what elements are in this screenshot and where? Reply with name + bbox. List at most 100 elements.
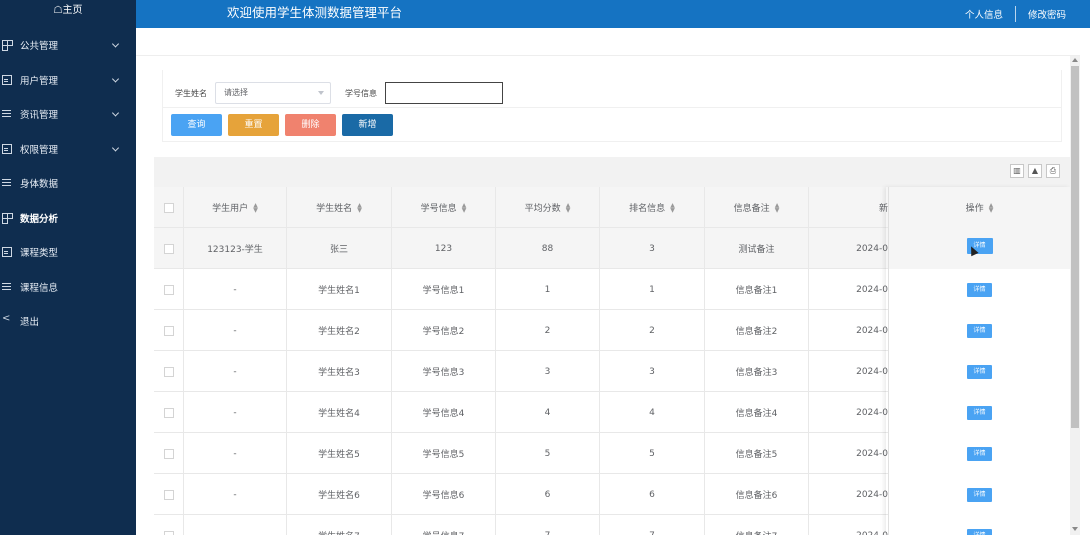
sidebar-home-link[interactable]: ☖主页 — [0, 0, 136, 28]
row-checkbox[interactable] — [163, 407, 174, 418]
sort-icon[interactable]: ▲ ▼ — [462, 202, 467, 213]
sidebar-item[interactable]: 资讯管理 — [0, 97, 136, 132]
detail-button[interactable]: 详情 — [967, 282, 992, 297]
table-cell: 信息备注5 — [705, 433, 809, 474]
table-cell: 学号信息6 — [392, 474, 496, 515]
row-checkbox[interactable] — [163, 325, 174, 336]
table-row[interactable]: - 学生姓名5 学号信息5 5 5 信息备注5 2024-0 详情 — [154, 433, 1070, 474]
sidebar-item-label: 课程信息 — [20, 282, 59, 294]
change-password-link[interactable]: 修改密码 — [1016, 7, 1078, 21]
row-checkbox[interactable] — [163, 284, 174, 295]
student-id-input[interactable] — [385, 82, 503, 104]
sidebar-item-label: 身体数据 — [20, 179, 59, 191]
table-row[interactable]: - 学生姓名6 学号信息6 6 6 信息备注6 2024-0 详情 — [154, 474, 1070, 515]
column-header[interactable]: 新 — [809, 187, 888, 228]
column-header[interactable]: 排名信息 ▲ ▼ — [600, 187, 705, 228]
grid-icon — [2, 40, 12, 52]
table-row[interactable]: -学生姓名7学号信息777信息备注72024-0详情 — [154, 515, 1070, 535]
column-header[interactable]: 学号信息 ▲ ▼ — [392, 187, 496, 228]
sidebar-item[interactable]: 退出 — [0, 304, 136, 339]
sort-icon[interactable]: ▲ ▼ — [989, 202, 994, 213]
table-cell: 学号信息5 — [392, 433, 496, 474]
sort-icon[interactable]: ▲ ▼ — [566, 202, 571, 213]
detail-button[interactable]: 详情 — [967, 364, 992, 379]
table-cell: 3 — [600, 351, 705, 392]
table-row[interactable]: - 学生姓名4 学号信息4 4 4 信息备注4 2024-0 详情 — [154, 392, 1070, 433]
detail-button[interactable]: 详情 — [967, 528, 992, 535]
sort-icon[interactable]: ▲ ▼ — [775, 202, 780, 213]
sidebar-item[interactable]: 课程类型 — [0, 235, 136, 270]
row-checkbox[interactable] — [163, 366, 174, 377]
table-cell: 学生姓名2 — [287, 310, 392, 351]
table-cell: 测试备注 — [705, 228, 809, 269]
print-icon[interactable]: ⎙ — [1046, 164, 1060, 178]
row-checkbox[interactable] — [163, 489, 174, 500]
add-button[interactable]: 新增 — [342, 114, 393, 136]
table-row[interactable]: - 学生姓名3 学号信息3 3 3 信息备注3 2024-0 详情 — [154, 351, 1070, 392]
table-cell: 信息备注6 — [705, 474, 809, 515]
profile-link[interactable]: 个人信息 — [953, 7, 1015, 21]
column-header-actions[interactable]: 操作 ▲ ▼ — [888, 187, 1070, 228]
table-cell: - — [184, 392, 287, 433]
sidebar-item-label: 退出 — [20, 317, 40, 329]
table-cell: 2024-0 — [809, 515, 888, 535]
sidebar-item[interactable]: 权限管理 — [0, 132, 136, 167]
sidebar-item[interactable]: 课程信息 — [0, 270, 136, 305]
sidebar-item-label: 用户管理 — [20, 75, 59, 87]
header-label: 排名信息 — [629, 204, 666, 214]
header-label: 学生用户 — [212, 204, 249, 214]
search-panel: 学生姓名 请选择 学号信息 查询 重置 删除 新增 — [162, 70, 1062, 142]
reset-button[interactable]: 重置 — [228, 114, 279, 136]
chevron-down-icon — [318, 91, 324, 95]
table-cell: 2024-0 — [856, 284, 888, 295]
sidebar-item[interactable]: 身体数据 — [0, 166, 136, 201]
sidebar-item[interactable]: 数据分析 — [0, 201, 136, 236]
row-checkbox[interactable] — [163, 243, 174, 254]
table-cell: 7 — [600, 515, 705, 535]
column-header[interactable]: 学生用户 ▲ ▼ — [184, 187, 287, 228]
detail-button[interactable]: 详情 — [967, 487, 992, 502]
row-checkbox[interactable] — [163, 530, 174, 535]
scroll-thumb[interactable] — [1071, 66, 1079, 428]
student-name-select[interactable]: 请选择 — [215, 82, 331, 104]
table-cell: 1 — [600, 269, 705, 310]
doc-icon — [2, 143, 12, 154]
table-cell: 2024-0 — [856, 489, 888, 500]
scroll-down-icon[interactable] — [1072, 527, 1078, 531]
column-header[interactable]: 信息备注 ▲ ▼ — [705, 187, 809, 228]
columns-icon[interactable]: ▥ — [1010, 164, 1024, 178]
sort-icon[interactable]: ▲ ▼ — [670, 202, 675, 213]
page-scrollbar[interactable] — [1070, 56, 1080, 535]
sidebar-item[interactable]: 公共管理 — [0, 28, 136, 63]
export-icon[interactable]: ▲ — [1028, 164, 1042, 178]
table-row[interactable]: - 学生姓名1 学号信息1 1 1 信息备注1 2024-0 详情 — [154, 269, 1070, 310]
column-header[interactable]: 平均分数 ▲ ▼ — [496, 187, 600, 228]
table-cell: 学号信息4 — [392, 392, 496, 433]
list-icon — [2, 282, 12, 292]
detail-button[interactable]: 详情 — [967, 405, 992, 420]
table-row[interactable]: - 学生姓名2 学号信息2 2 2 信息备注2 2024-0 详情 — [154, 310, 1070, 351]
sort-icon[interactable]: ▲ ▼ — [253, 202, 258, 213]
detail-button[interactable]: 详情 — [967, 446, 992, 461]
detail-button[interactable]: 详情 — [967, 323, 992, 338]
table-row[interactable]: 123123-学生 张三 123 88 3 测试备注 2024-0 详情 — [154, 228, 1070, 269]
table-cell: - — [184, 310, 287, 351]
table-cell: 学号信息1 — [392, 269, 496, 310]
sidebar-item-label: 权限管理 — [20, 144, 59, 156]
sort-icon[interactable]: ▲ ▼ — [357, 202, 362, 213]
top-header: 欢迎使用学生体测数据管理平台 个人信息 修改密码 — [136, 0, 1090, 28]
sidebar-item[interactable]: 用户管理 — [0, 63, 136, 98]
table-cell: - — [184, 474, 287, 515]
table-cell: - — [184, 351, 287, 392]
doc-icon — [2, 247, 12, 258]
table-cell: - — [184, 515, 287, 535]
row-checkbox[interactable] — [163, 448, 174, 459]
query-button[interactable]: 查询 — [171, 114, 222, 136]
header-label: 新 — [878, 204, 888, 214]
delete-button[interactable]: 删除 — [285, 114, 336, 136]
table-cell: 信息备注7 — [705, 515, 809, 535]
column-header[interactable]: 学生姓名 ▲ ▼ — [287, 187, 392, 228]
table-cell: 学号信息2 — [392, 310, 496, 351]
scroll-up-icon[interactable] — [1072, 58, 1078, 62]
select-all-checkbox[interactable] — [163, 202, 174, 213]
